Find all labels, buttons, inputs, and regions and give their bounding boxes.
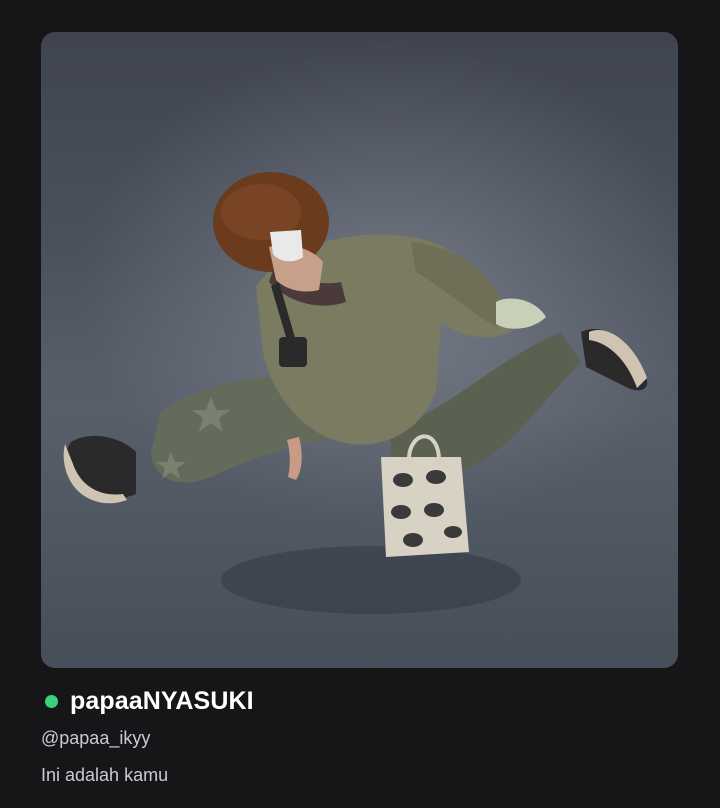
- online-status-icon: [45, 694, 58, 708]
- avatar-preview[interactable]: [41, 32, 678, 668]
- display-name: papaaNYASUKI: [70, 686, 254, 715]
- display-name-row: papaaNYASUKI: [41, 686, 254, 716]
- avatar-render-icon: [63, 172, 648, 614]
- profile-page: papaaNYASUKI @papaa_ikyy Ini adalah kamu: [0, 0, 720, 808]
- bio-text: Ini adalah kamu: [41, 765, 169, 785]
- username: @papaa_ikyy: [41, 728, 151, 748]
